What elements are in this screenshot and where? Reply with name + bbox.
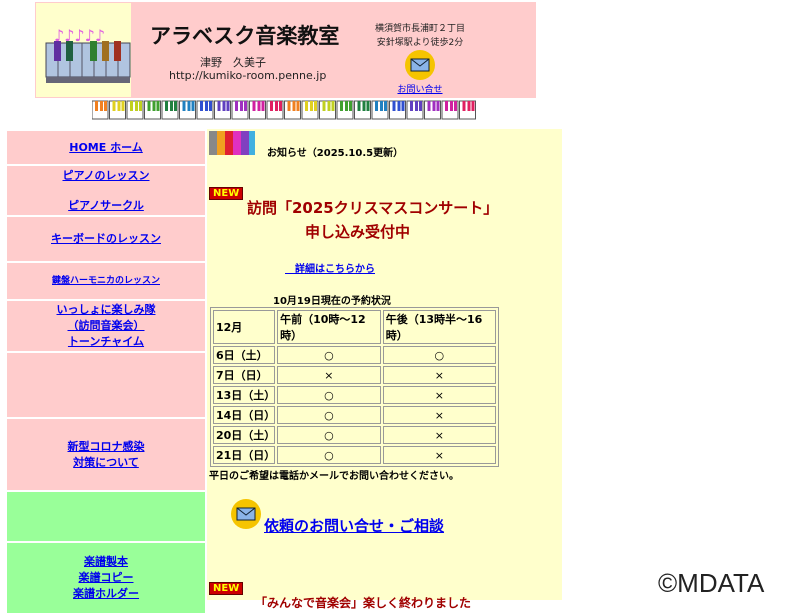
site-url: http://kumiko-room.penne.jp	[169, 69, 327, 82]
date-cell: 21日（日）	[213, 446, 275, 464]
sidebar-item: ピアノのレッスン ピアノサークル	[7, 166, 205, 217]
new-badge: NEW	[209, 582, 244, 595]
table-row: 7日（日） × ×	[213, 366, 496, 384]
table-row: 20日（土） ○ ×	[213, 426, 496, 444]
sidebar-link[interactable]: 新型コロナ感染	[68, 439, 145, 455]
availability-cell: ×	[382, 426, 496, 444]
address-line: 横須賀市長浦町２丁目	[374, 24, 465, 34]
weekday-note: 平日のご希望は電話かメールでお問い合わせください。	[209, 471, 459, 482]
table-row: 14日（日） ○ ×	[213, 406, 496, 424]
piano-icon: ♪♪♪♪♪	[45, 26, 131, 83]
envelope-icon[interactable]	[231, 499, 261, 529]
concert-headline: 訪問「2025クリスマスコンサート」	[247, 199, 499, 217]
availability-cell: ○	[277, 386, 381, 404]
sidebar-item	[7, 353, 205, 419]
sidebar-link[interactable]: キーボードのレッスン	[51, 231, 161, 247]
sidebar-link[interactable]: 鍵盤ハーモニカのレッスン	[52, 273, 160, 289]
availability-cell: ○	[277, 406, 381, 424]
sidebar-link[interactable]: HOME ホーム	[69, 140, 143, 156]
keyboard-divider	[91, 100, 478, 120]
envelope-icon[interactable]	[405, 50, 435, 80]
availability-cell: ○	[277, 426, 381, 444]
sidebar-link[interactable]: トーンチャイム	[68, 334, 144, 350]
date-cell: 7日（日）	[213, 366, 276, 384]
teacher-name: 津野 久美子	[200, 56, 266, 69]
details-link[interactable]: 詳細はこちらから	[285, 260, 375, 275]
table-row: 21日（日） ○ ×	[213, 446, 496, 464]
table-header-cell: 午前（10時～12時）	[277, 310, 381, 344]
site-header: ♪♪♪♪♪ アラベスク音楽教室 津野 久美子 http://kumiko-roo…	[35, 2, 536, 98]
sidebar-item: HOME ホーム	[7, 131, 205, 166]
sidebar-item: 楽譜製本 楽譜コピー 楽譜ホルダー	[7, 543, 205, 615]
table-caption: 10月19日現在の予約状況	[273, 296, 391, 307]
sidebar-link[interactable]: 楽譜コピー	[79, 570, 134, 586]
availability-cell: ○	[277, 446, 381, 464]
availability-cell: ×	[382, 386, 496, 404]
concert-subheadline: 申し込み受付中	[305, 223, 411, 241]
table-row: 6日（土） ○ ○	[213, 346, 496, 364]
sidebar-link[interactable]: （訪問音楽会）	[68, 318, 145, 334]
main-content: お知らせ（2025.10.5更新） NEW 訪問「2025クリスマスコンサート」…	[207, 129, 562, 610]
date-cell: 13日（土）	[213, 386, 275, 404]
sidebar-link[interactable]: ピアノのレッスン	[62, 168, 149, 184]
address-line: 安針塚駅より徒歩2分	[376, 38, 464, 48]
sidebar-item: 新型コロナ感染 対策について	[7, 419, 205, 492]
next-news-item: 「みんなで音楽会」楽しく終わりました	[255, 596, 472, 610]
availability-cell: ×	[277, 366, 381, 384]
sidebar-link[interactable]: 楽譜製本	[84, 554, 128, 570]
availability-cell: ×	[382, 446, 496, 464]
table-header-row: 12月 午前（10時～12時） 午後（13時半～16時）	[213, 310, 496, 344]
sidebar-item	[7, 492, 205, 543]
site-title: アラベスク音楽教室	[150, 24, 340, 48]
sidebar-item: 鍵盤ハーモニカのレッスン	[7, 263, 205, 301]
availability-cell: ○	[277, 346, 381, 364]
availability-cell: ×	[382, 366, 496, 384]
notice-heading: お知らせ（2025.10.5更新）	[267, 148, 404, 159]
contact-link[interactable]: お問い合せ	[390, 82, 450, 95]
address: 横須賀市長浦町２丁目 安針塚駅より徒歩2分	[370, 22, 470, 50]
sidebar-link[interactable]: 対策について	[73, 455, 139, 471]
date-cell: 6日（土）	[213, 346, 276, 364]
svg-text:♪♪♪♪♪: ♪♪♪♪♪	[54, 26, 105, 45]
keyboard-icon	[209, 131, 255, 155]
date-cell: 14日（日）	[213, 406, 275, 424]
watermark: ©MDATA	[658, 568, 765, 598]
date-cell: 20日（土）	[213, 426, 275, 444]
piano-logo: ♪♪♪♪♪	[36, 3, 131, 97]
sidebar-nav: HOME ホーム ピアノのレッスン ピアノサークル キーボードのレッスン 鍵盤ハーモニカ…	[7, 131, 205, 615]
sidebar-link[interactable]: いっしょに楽しみ隊	[57, 302, 156, 318]
sidebar-item: キーボードのレッスン	[7, 217, 205, 263]
availability-cell: ×	[382, 406, 496, 424]
sidebar-link[interactable]: ピアノサークル	[68, 198, 144, 214]
table-row: 13日（土） ○ ×	[213, 386, 496, 404]
reservation-table: 12月 午前（10時～12時） 午後（13時半～16時） 6日（土） ○ ○ 7日（日） ×…	[210, 307, 499, 467]
sidebar-item: いっしょに楽しみ隊 （訪問音楽会） トーンチャイム	[7, 301, 205, 353]
new-badge: NEW	[209, 187, 244, 200]
table-header-cell: 12月	[213, 310, 276, 344]
inquiry-link[interactable]: 依頼のお問い合せ・ご相談	[264, 515, 444, 536]
availability-cell: ○	[382, 346, 496, 364]
table-header-cell: 午後（13時半～16時）	[382, 310, 496, 344]
